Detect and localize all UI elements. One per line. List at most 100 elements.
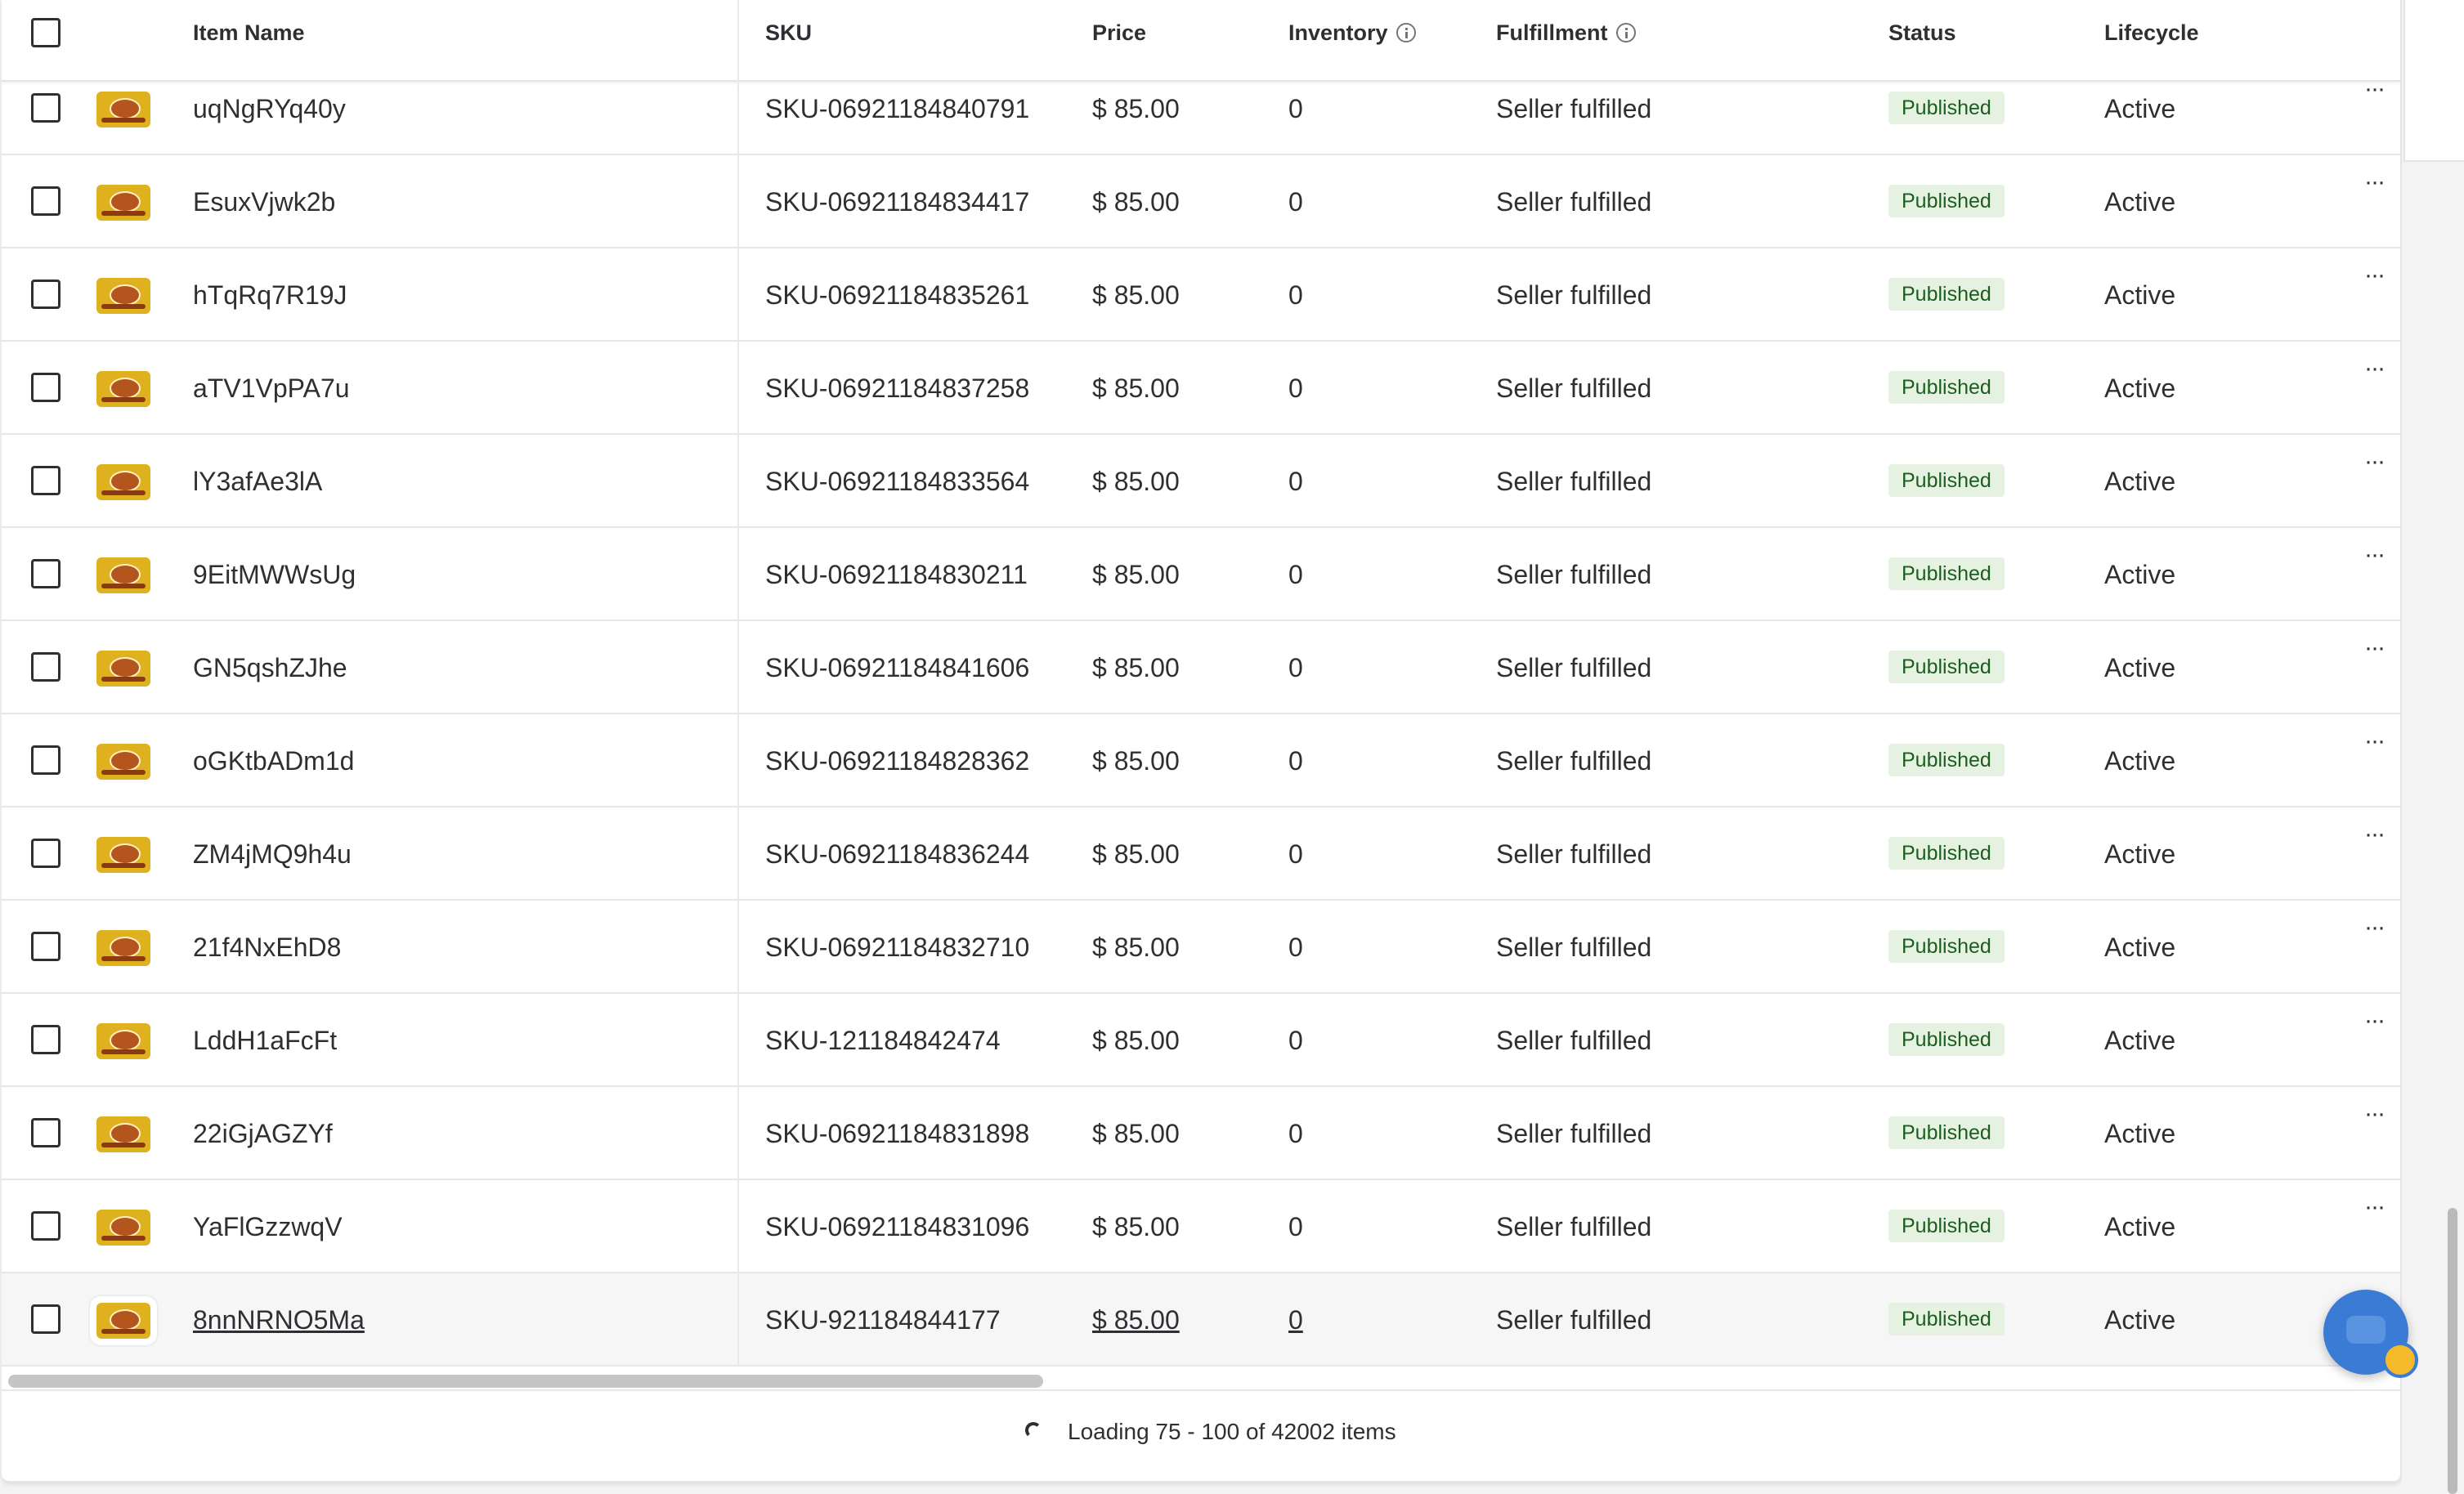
items-table-panel: Item Name SKU Price Inventory Fulfillmen… [2,0,2402,1483]
fulfillment-cell: Seller fulfilled [1496,467,1652,496]
item-name-link[interactable]: GN5qshZJhe [193,621,347,714]
item-name-link[interactable]: YaFlGzzwqV [193,1180,343,1273]
more-actions-icon[interactable]: ··· [2353,1102,2395,1134]
column-header-item-name[interactable]: Item Name [193,20,305,46]
column-header-status[interactable]: Status [1888,20,1956,46]
more-actions-icon[interactable]: ··· [2353,263,2395,296]
product-thumbnail[interactable] [96,651,150,687]
info-icon[interactable] [1615,23,1636,42]
sku-cell: SKU-06921184833564 [765,467,1030,496]
row-select-checkbox[interactable] [31,1025,60,1054]
item-name-link[interactable]: ZM4jMQ9h4u [193,807,352,901]
row-select-checkbox[interactable] [31,652,60,682]
more-actions-icon[interactable]: ··· [2353,915,2395,948]
row-select-checkbox[interactable] [31,559,60,588]
product-thumbnail[interactable] [96,1023,150,1059]
item-name-link[interactable]: LddH1aFcFt [193,994,337,1087]
row-select-checkbox[interactable] [31,745,60,775]
price-cell: $ 85.00 [1092,933,1180,962]
sku-cell: SKU-06921184836244 [765,839,1030,869]
status-badge: Published [1888,1303,2005,1335]
sku-cell: SKU-921184844177 [765,1305,1001,1335]
product-thumbnail[interactable] [96,930,150,966]
product-thumbnail[interactable] [96,837,150,873]
select-all-checkbox[interactable] [31,18,60,47]
more-actions-icon[interactable]: ··· [2353,636,2395,669]
column-header-lifecycle[interactable]: Lifecycle [2104,20,2199,46]
lifecycle-cell: Active [2104,280,2176,310]
more-actions-icon[interactable]: ··· [2353,1195,2395,1228]
horizontal-scrollbar[interactable] [2,1367,2400,1391]
inventory-cell: 0 [1288,1212,1303,1241]
item-name-link[interactable]: 8nnNRNO5Ma [193,1273,365,1367]
inventory-cell: 0 [1288,374,1303,403]
table-row[interactable]: oGKtbADm1d SKU-06921184828362 $ 85.00 0 Sell… [2,714,2400,807]
row-select-checkbox[interactable] [31,932,60,961]
product-thumbnail[interactable] [96,464,150,500]
table-row[interactable]: EsuxVjwk2b SKU-06921184834417 $ 85.00 0 Sell… [2,155,2400,248]
more-actions-icon[interactable]: ··· [2353,170,2395,203]
table-row[interactable]: YaFlGzzwqV SKU-06921184831096 $ 85.00 0 Sell… [2,1180,2400,1273]
more-actions-icon[interactable]: ··· [2353,1009,2395,1041]
item-name-link[interactable]: oGKtbADm1d [193,714,354,807]
more-actions-icon[interactable]: ··· [2353,356,2395,389]
inventory-cell[interactable]: 0 [1288,1273,1303,1367]
lifecycle-cell: Active [2104,1305,2176,1335]
column-header-inventory[interactable]: Inventory [1288,20,1416,46]
row-select-checkbox[interactable] [31,93,60,123]
product-thumbnail[interactable] [96,557,150,593]
item-name-link[interactable]: 22iGjAGZYf [193,1087,333,1180]
table-row[interactable]: lY3afAe3lA SKU-06921184833564 $ 85.00 0 Sell… [2,435,2400,528]
table-row[interactable]: 8nnNRNO5Ma SKU-921184844177 $ 85.00 0 Seller… [2,1273,2400,1367]
item-name-link[interactable]: aTV1VpPA7u [193,342,350,435]
price-cell[interactable]: $ 85.00 [1092,1273,1180,1367]
more-actions-icon[interactable]: ··· [2353,822,2395,855]
more-actions-icon[interactable]: ··· [2353,729,2395,762]
row-select-checkbox[interactable] [31,1211,60,1241]
row-select-checkbox[interactable] [31,1118,60,1147]
item-name-link[interactable]: hTqRq7R19J [193,248,347,342]
status-badge: Published [1888,651,2005,683]
product-thumbnail[interactable] [96,1116,150,1152]
product-thumbnail[interactable] [96,1210,150,1246]
table-row[interactable]: 22iGjAGZYf SKU-06921184831898 $ 85.00 0 Sell… [2,1087,2400,1180]
loading-spinner-icon [1025,1422,1042,1438]
column-header-sku[interactable]: SKU [765,20,812,46]
more-actions-icon[interactable]: ··· [2353,543,2395,575]
status-badge: Published [1888,1023,2005,1056]
column-header-fulfillment[interactable]: Fulfillment [1496,20,1636,46]
table-row[interactable]: 9EitMWWsUg SKU-06921184830211 $ 85.00 0 Sell… [2,528,2400,621]
table-row[interactable]: 21f4NxEhD8 SKU-06921184832710 $ 85.00 0 Sell… [2,901,2400,994]
item-name-link[interactable]: 9EitMWWsUg [193,528,356,621]
horizontal-scrollbar-thumb[interactable] [8,1375,1043,1388]
column-header-price[interactable]: Price [1092,20,1146,46]
more-actions-icon[interactable]: ··· [2353,450,2395,482]
inventory-cell: 0 [1288,467,1303,496]
product-thumbnail[interactable] [96,278,150,314]
info-icon[interactable] [1396,23,1416,42]
fulfillment-cell: Seller fulfilled [1496,653,1652,682]
row-select-checkbox[interactable] [31,1304,60,1334]
row-select-checkbox[interactable] [31,839,60,868]
item-name-link[interactable]: 21f4NxEhD8 [193,901,341,994]
price-cell: $ 85.00 [1092,1212,1180,1241]
row-select-checkbox[interactable] [31,280,60,309]
product-thumbnail[interactable] [96,744,150,780]
table-row[interactable]: GN5qshZJhe SKU-06921184841606 $ 85.00 0 Sell… [2,621,2400,714]
table-row[interactable]: aTV1VpPA7u SKU-06921184837258 $ 85.00 0 Sell… [2,342,2400,435]
table-row[interactable]: ZM4jMQ9h4u SKU-06921184836244 $ 85.00 0 Sell… [2,807,2400,901]
table-row[interactable]: hTqRq7R19J SKU-06921184835261 $ 85.00 0 Sell… [2,248,2400,342]
row-select-checkbox[interactable] [31,186,60,216]
item-name-link[interactable]: lY3afAe3lA [193,435,322,528]
row-select-checkbox[interactable] [31,373,60,402]
price-cell: $ 85.00 [1092,1026,1180,1055]
more-actions-icon[interactable]: ··· [2353,77,2395,110]
product-thumbnail[interactable] [96,92,150,127]
product-thumbnail[interactable] [96,371,150,407]
vertical-scrollbar-thumb[interactable] [2448,1208,2457,1494]
product-thumbnail[interactable] [96,185,150,221]
table-row[interactable]: LddH1aFcFt SKU-121184842474 $ 85.00 0 Seller… [2,994,2400,1087]
item-name-link[interactable]: EsuxVjwk2b [193,155,335,248]
row-select-checkbox[interactable] [31,466,60,495]
product-thumbnail[interactable] [90,1296,157,1345]
